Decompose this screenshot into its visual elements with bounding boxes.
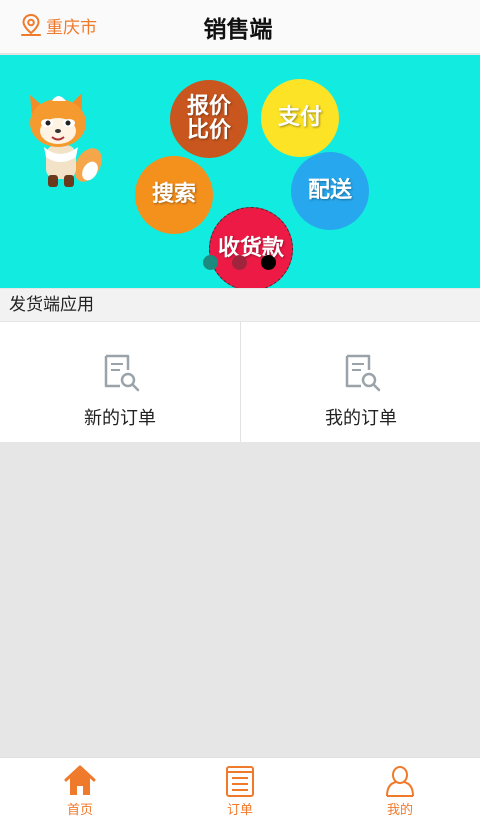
pay-label: 支付 xyxy=(277,104,322,130)
promo-banner[interactable]: 报价 比价 支付 搜索 配送 收货款 xyxy=(0,55,480,288)
carousel-indicator xyxy=(203,255,290,270)
collect-payment-bubble: 收货款 xyxy=(209,207,293,288)
tab-orders[interactable]: 订单 xyxy=(160,758,320,820)
quote-line2: 比价 xyxy=(186,118,231,143)
user-icon xyxy=(386,766,414,797)
carousel-dot-3-active[interactable] xyxy=(261,255,276,270)
search-label: 搜索 xyxy=(151,181,196,207)
new-orders-button[interactable]: 新的订单 xyxy=(0,322,240,442)
tab-profile-label: 我的 xyxy=(386,803,413,818)
page-title: 销售端 xyxy=(0,10,480,44)
quote-line1: 报价 xyxy=(186,93,231,119)
ship-bubble: 配送 xyxy=(291,152,369,230)
new-orders-label: 新的订单 xyxy=(84,408,156,429)
my-orders-label: 我的订单 xyxy=(325,408,397,429)
section-header: 发货端应用 xyxy=(0,289,480,321)
tab-home-label: 首页 xyxy=(66,803,93,818)
tab-profile[interactable]: 我的 xyxy=(320,758,480,820)
home-icon xyxy=(64,765,96,795)
quote-compare-bubble: 报价 比价 xyxy=(170,80,248,158)
search-bubble: 搜索 xyxy=(135,156,213,234)
carousel-dot-2[interactable] xyxy=(232,255,247,270)
fox-mascot-icon xyxy=(30,93,102,187)
tab-orders-label: 订单 xyxy=(226,803,253,818)
tab-home[interactable]: 首页 xyxy=(0,758,160,820)
order-search-icon xyxy=(345,354,381,392)
carousel-dot-1[interactable] xyxy=(203,255,218,270)
top-bar: 重庆市 销售端 xyxy=(0,0,480,54)
bottom-tab-bar: 首页 订单 我的 xyxy=(0,757,480,820)
pay-bubble: 支付 xyxy=(261,79,339,157)
document-icon xyxy=(226,766,254,797)
app-grid: 新的订单 我的订单 xyxy=(0,322,480,442)
page-title-text: 销售端 xyxy=(203,17,273,43)
my-orders-button[interactable]: 我的订单 xyxy=(240,322,480,442)
ship-label: 配送 xyxy=(307,177,352,203)
order-search-icon xyxy=(104,354,140,392)
